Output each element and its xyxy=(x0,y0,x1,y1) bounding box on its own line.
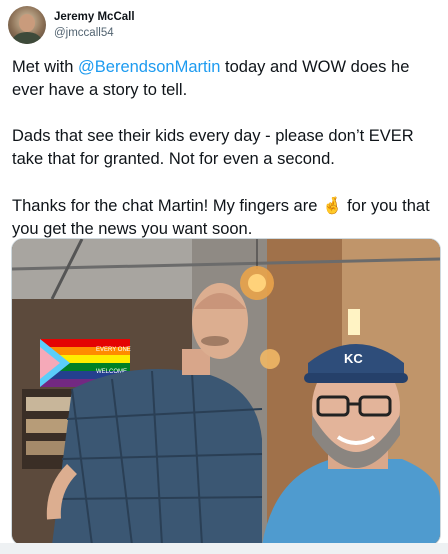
tweet-card[interactable]: Jeremy McCall @jmccall54 Met with @Beren… xyxy=(0,0,448,554)
author-names: Jeremy McCall @jmccall54 xyxy=(54,9,135,41)
tweet-paragraph-1: Met with @BerendsonMartin today and WOW … xyxy=(12,56,440,102)
crossed-fingers-emoji: 🤞 xyxy=(321,196,343,215)
banner-text-1: EVERY ONE xyxy=(96,347,131,353)
bottom-divider xyxy=(0,543,448,554)
cap-logo: KC xyxy=(344,351,363,366)
tweet-text-prefix: Met with xyxy=(12,58,79,76)
author-avatar[interactable] xyxy=(8,6,46,44)
tweet-paragraph-2: Dads that see their kids every day - ple… xyxy=(12,127,414,168)
tweet-photo[interactable]: EVERY ONE WELCOME KC xyxy=(11,238,441,546)
tweet-header: Jeremy McCall @jmccall54 xyxy=(8,6,135,44)
tweet-paragraph-3: Thanks for the chat Martin! My fingers a… xyxy=(12,194,440,241)
photo-illustration: EVERY ONE WELCOME KC xyxy=(12,239,440,545)
tweet-text-prefix-3: Thanks for the chat Martin! My fingers a… xyxy=(12,197,322,215)
mention-link[interactable]: @BerendsonMartin xyxy=(78,58,220,76)
tweet-text: Met with @BerendsonMartin today and WOW … xyxy=(12,56,440,264)
author-display-name[interactable]: Jeremy McCall xyxy=(54,9,135,25)
author-handle[interactable]: @jmccall54 xyxy=(54,25,135,41)
